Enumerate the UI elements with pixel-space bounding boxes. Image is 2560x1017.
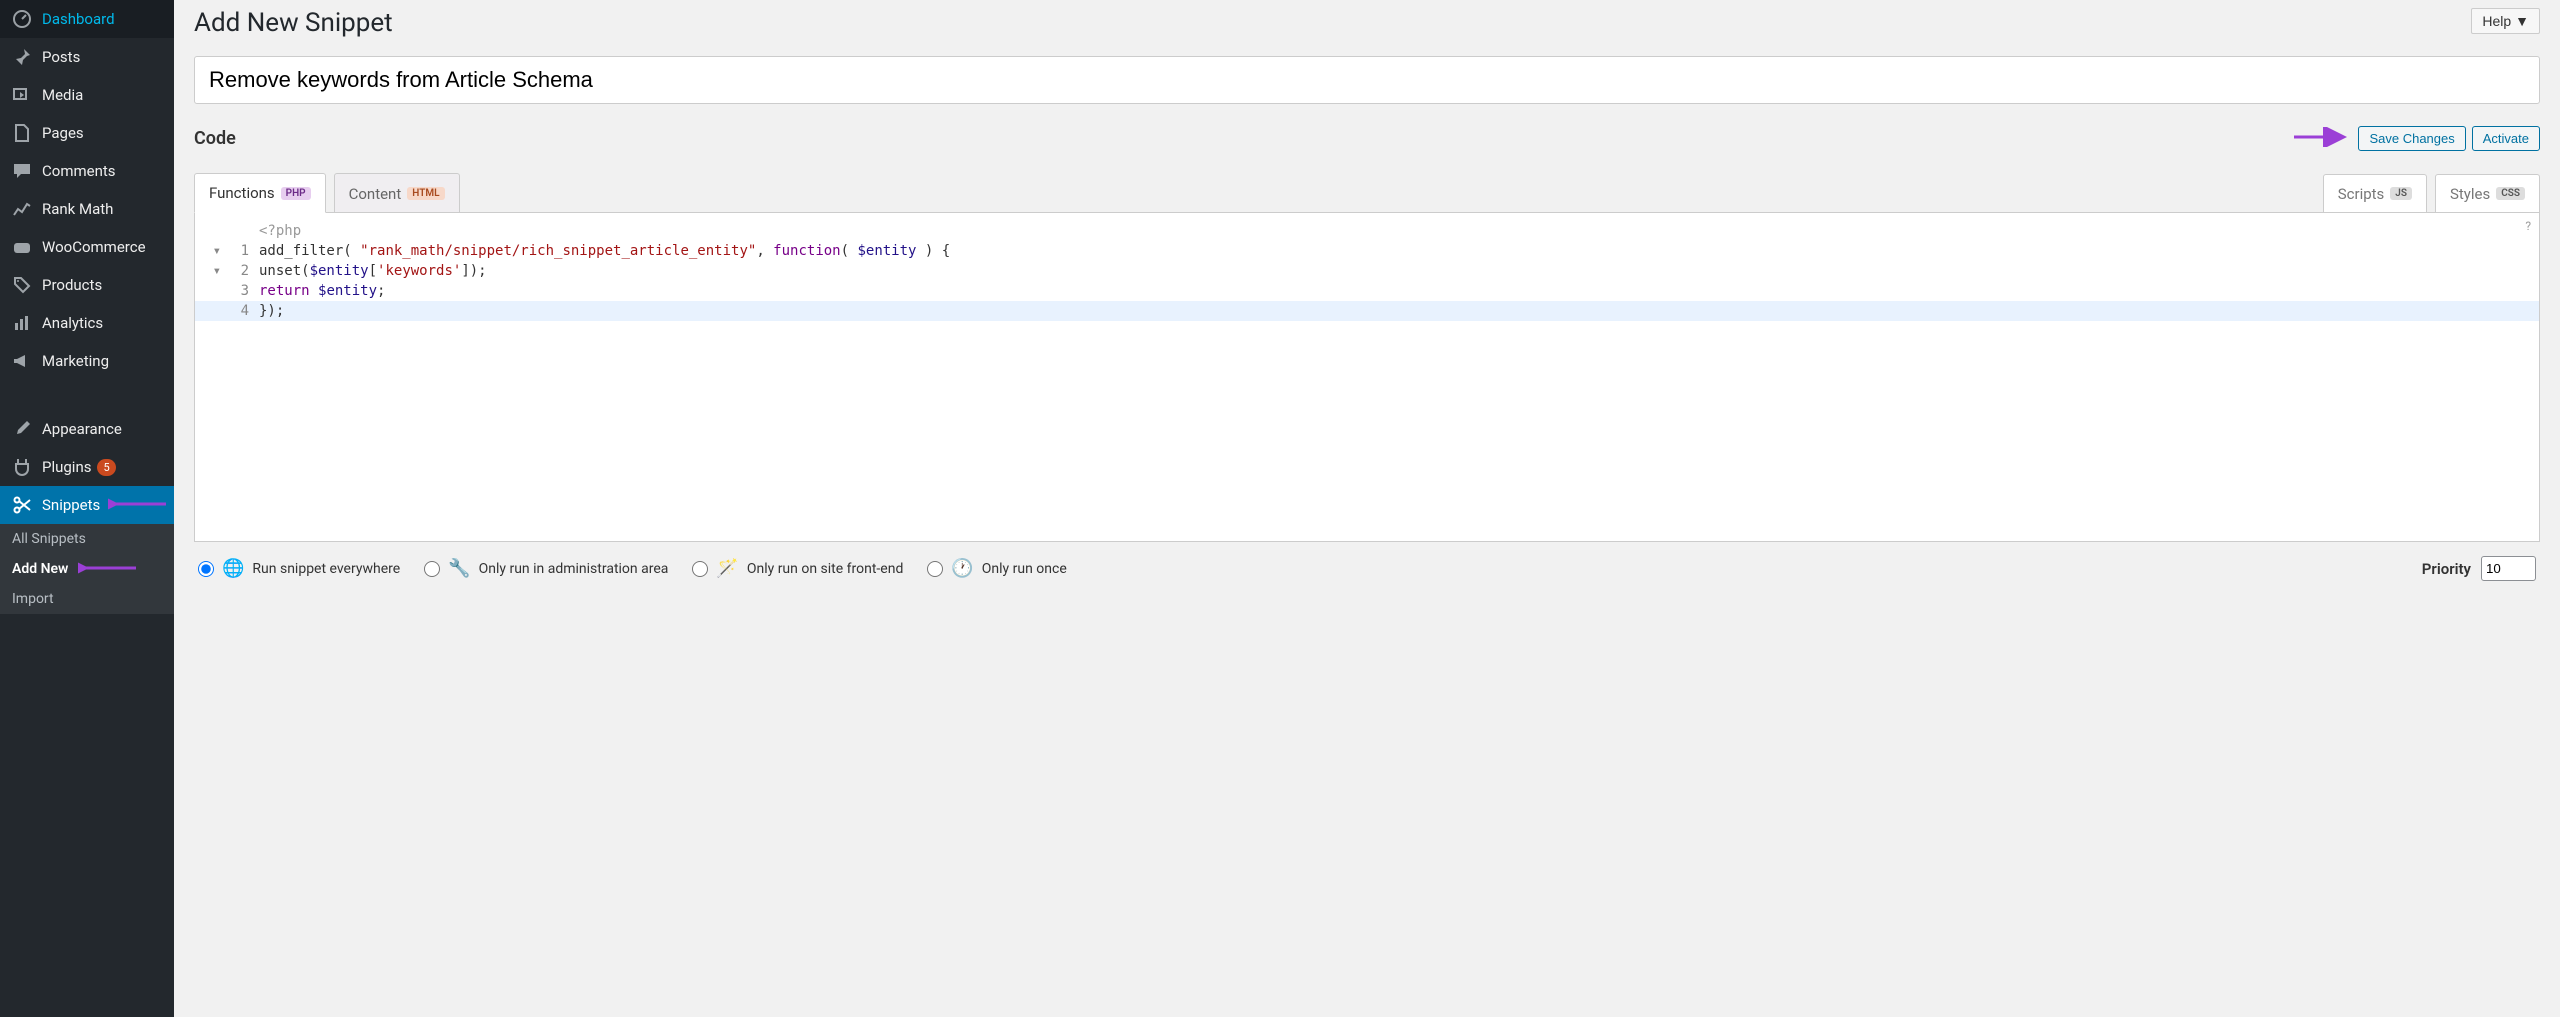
- editor-help-icon[interactable]: ?: [2525, 219, 2531, 233]
- run-frontend-option[interactable]: 🪄 Only run on site front-end: [692, 558, 903, 579]
- pin-icon: [10, 46, 34, 68]
- fold-marker[interactable]: ▾: [195, 241, 225, 261]
- code-editor[interactable]: ? <?php ▾ 1 add_filter( "rank_math/snipp…: [194, 212, 2540, 542]
- save-changes-button[interactable]: Save Changes: [2358, 126, 2465, 151]
- sidebar-item-label: Snippets: [42, 496, 100, 514]
- activate-button[interactable]: Activate: [2472, 126, 2540, 151]
- sidebar-item-media[interactable]: Media: [0, 76, 174, 114]
- sidebar-item-label: Products: [42, 276, 102, 294]
- sidebar-item-label: Rank Math: [42, 200, 113, 218]
- sidebar-item-label: Media: [42, 86, 83, 104]
- wrench-icon: 🔧: [448, 558, 470, 579]
- page-title: Add New Snippet: [194, 8, 393, 38]
- code-line: unset($entity['keywords']);: [255, 261, 2539, 281]
- sidebar-item-label: Pages: [42, 124, 84, 142]
- sidebar-item-posts[interactable]: Posts: [0, 38, 174, 76]
- priority-label: Priority: [2422, 560, 2471, 578]
- sidebar-item-label: WooCommerce: [42, 238, 146, 256]
- js-tag: JS: [2390, 187, 2412, 200]
- brush-icon: [10, 418, 34, 440]
- submenu-add-new[interactable]: Add New: [0, 554, 174, 584]
- fold-marker[interactable]: ▾: [195, 261, 225, 281]
- code-line: });: [255, 301, 2539, 321]
- run-once-radio[interactable]: [927, 561, 943, 577]
- sidebar-item-analytics[interactable]: Analytics: [0, 304, 174, 342]
- run-admin-option[interactable]: 🔧 Only run in administration area: [424, 558, 668, 579]
- sidebar-item-label: Posts: [42, 48, 80, 66]
- dashboard-icon: [10, 8, 34, 30]
- line-number: 4: [225, 301, 255, 321]
- code-section-label: Code: [194, 128, 236, 149]
- run-everywhere-option[interactable]: 🌐 Run snippet everywhere: [198, 558, 400, 579]
- wand-icon: 🪄: [716, 558, 738, 579]
- clock-icon: 🕐: [951, 558, 973, 579]
- code-line: return $entity;: [255, 281, 2539, 301]
- sidebar-item-rankmath[interactable]: Rank Math: [0, 190, 174, 228]
- priority-input[interactable]: [2481, 556, 2536, 581]
- run-frontend-radio[interactable]: [692, 561, 708, 577]
- chevron-down-icon: ▼: [2515, 13, 2529, 29]
- sidebar-item-plugins[interactable]: Plugins 5: [0, 448, 174, 486]
- sidebar-item-pages[interactable]: Pages: [0, 114, 174, 152]
- help-button[interactable]: Help ▼: [2471, 8, 2540, 34]
- sidebar-item-label: Analytics: [42, 314, 103, 332]
- tab-content[interactable]: Content HTML: [334, 173, 460, 213]
- css-tag: CSS: [2496, 187, 2525, 200]
- rankmath-icon: [10, 198, 34, 220]
- sidebar-item-label: Plugins: [42, 458, 91, 476]
- sidebar-item-label: Appearance: [42, 420, 122, 438]
- tab-functions[interactable]: Functions PHP: [194, 173, 326, 213]
- sidebar-item-label: Marketing: [42, 352, 109, 370]
- run-everywhere-radio[interactable]: [198, 561, 214, 577]
- line-number: 3: [225, 281, 255, 301]
- code-preamble: <?php: [255, 221, 2539, 241]
- line-number: 2: [225, 261, 255, 281]
- sidebar-submenu: All Snippets Add New Import: [0, 524, 174, 614]
- php-tag: PHP: [281, 187, 311, 200]
- media-icon: [10, 84, 34, 106]
- sidebar-item-label: Dashboard: [42, 10, 115, 28]
- tab-styles[interactable]: Styles CSS: [2435, 174, 2540, 213]
- run-options: 🌐 Run snippet everywhere 🔧 Only run in a…: [194, 542, 2540, 595]
- sidebar-item-woocommerce[interactable]: WooCommerce: [0, 228, 174, 266]
- comment-icon: [10, 160, 34, 182]
- run-once-option[interactable]: 🕐 Only run once: [927, 558, 1066, 579]
- tab-scripts[interactable]: Scripts JS: [2323, 174, 2427, 213]
- sidebar-item-comments[interactable]: Comments: [0, 152, 174, 190]
- sidebar-item-label: Comments: [42, 162, 116, 180]
- line-number: 1: [225, 241, 255, 261]
- annotation-arrow-icon: [2292, 127, 2352, 151]
- plugins-badge: 5: [97, 459, 115, 476]
- woocommerce-icon: [10, 236, 34, 258]
- run-admin-radio[interactable]: [424, 561, 440, 577]
- plugin-icon: [10, 456, 34, 478]
- submenu-import[interactable]: Import: [0, 584, 174, 614]
- scissors-icon: [10, 494, 34, 516]
- page-icon: [10, 122, 34, 144]
- annotation-arrow-icon: [78, 558, 138, 578]
- code-line: add_filter( "rank_math/snippet/rich_snip…: [255, 241, 2539, 261]
- sidebar-item-appearance[interactable]: Appearance: [0, 410, 174, 448]
- annotation-arrow-icon: [108, 494, 168, 514]
- admin-sidebar: Dashboard Posts Media Pages Comments Ran…: [0, 0, 174, 1017]
- megaphone-icon: [10, 350, 34, 372]
- sidebar-item-dashboard[interactable]: Dashboard: [0, 0, 174, 38]
- submenu-all-snippets[interactable]: All Snippets: [0, 524, 174, 554]
- globe-icon: 🌐: [222, 558, 244, 579]
- html-tag: HTML: [407, 187, 444, 200]
- products-icon: [10, 274, 34, 296]
- sidebar-item-products[interactable]: Products: [0, 266, 174, 304]
- analytics-icon: [10, 312, 34, 334]
- main-content: Add New Snippet Help ▼ Code Save Changes…: [174, 0, 2560, 615]
- snippet-title-input[interactable]: [194, 56, 2540, 104]
- sidebar-item-snippets[interactable]: Snippets: [0, 486, 174, 524]
- sidebar-item-marketing[interactable]: Marketing: [0, 342, 174, 380]
